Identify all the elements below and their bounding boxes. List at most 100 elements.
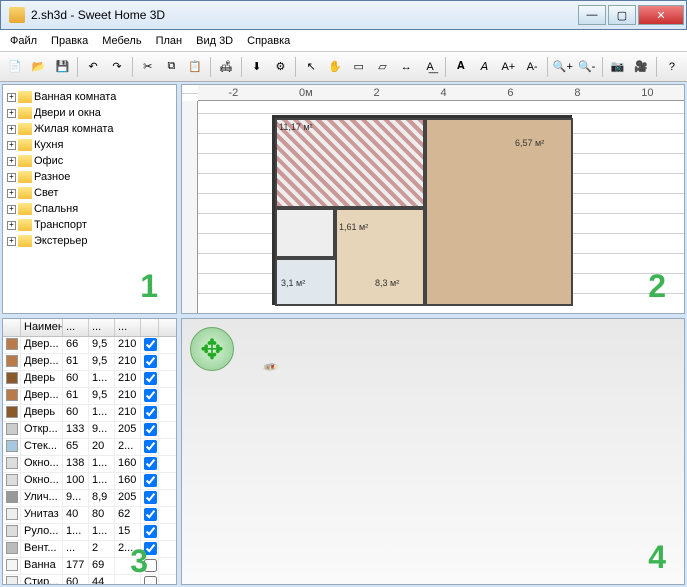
floorplan[interactable]: 11,17 м² 1,61 м² 3,1 м² 6,57 м² 8,3 м² bbox=[272, 115, 572, 305]
wall-icon[interactable]: ▭ bbox=[348, 56, 370, 78]
bold-icon[interactable]: 𝐀 bbox=[450, 56, 472, 78]
cut-icon[interactable]: ✂ bbox=[137, 56, 159, 78]
photo-icon[interactable]: 📷 bbox=[606, 56, 628, 78]
visible-checkbox[interactable] bbox=[144, 372, 157, 385]
furniture-depth: 1... bbox=[89, 456, 115, 472]
expand-icon[interactable]: + bbox=[7, 141, 16, 150]
catalog-item[interactable]: +Ванная комната bbox=[7, 89, 172, 105]
furniture-row[interactable]: Ванна17769 bbox=[3, 558, 176, 575]
expand-icon[interactable]: + bbox=[7, 173, 16, 182]
undo-icon[interactable]: ↶ bbox=[82, 56, 104, 78]
furniture-width: 177 bbox=[63, 558, 89, 574]
menu-edit[interactable]: Правка bbox=[45, 33, 94, 49]
help-icon[interactable]: ? bbox=[661, 56, 683, 78]
plan-panel[interactable]: -20м246810 11,17 м² 1,61 м² 3,1 м² 6,57 … bbox=[181, 84, 685, 314]
furniture-row[interactable]: Окно...1381...160 bbox=[3, 456, 176, 473]
open-icon[interactable]: 📂 bbox=[28, 56, 50, 78]
catalog-item[interactable]: +Двери и окна bbox=[7, 105, 172, 121]
dimension-icon[interactable]: ↔ bbox=[395, 56, 417, 78]
visible-checkbox[interactable] bbox=[144, 525, 157, 538]
menu-help[interactable]: Справка bbox=[241, 33, 296, 49]
save-icon[interactable]: 💾 bbox=[52, 56, 74, 78]
catalog-item[interactable]: +Кухня bbox=[7, 137, 172, 153]
furniture-row[interactable]: Дверь601...210 bbox=[3, 371, 176, 388]
folder-icon bbox=[18, 219, 32, 231]
new-icon[interactable]: 📄 bbox=[4, 56, 26, 78]
visible-checkbox[interactable] bbox=[144, 491, 157, 504]
paste-icon[interactable]: 📋 bbox=[184, 56, 206, 78]
visible-checkbox[interactable] bbox=[144, 355, 157, 368]
catalog-item[interactable]: +Транспорт bbox=[7, 217, 172, 233]
catalog-item[interactable]: +Спальня bbox=[7, 201, 172, 217]
furniture-row[interactable]: Стир...6044 bbox=[3, 575, 176, 584]
furniture-row[interactable]: Унитаз408062 bbox=[3, 507, 176, 524]
settings-icon[interactable]: ⚙ bbox=[270, 56, 292, 78]
catalog-item[interactable]: +Свет bbox=[7, 185, 172, 201]
expand-icon[interactable]: + bbox=[7, 93, 16, 102]
furniture-row[interactable]: Вент......22... bbox=[3, 541, 176, 558]
copy-icon[interactable]: ⧉ bbox=[161, 56, 183, 78]
close-button[interactable]: ✕ bbox=[638, 5, 684, 25]
app-icon bbox=[9, 7, 25, 23]
import-icon[interactable]: ⬇ bbox=[246, 56, 268, 78]
toolbar-separator bbox=[77, 57, 78, 77]
expand-icon[interactable]: + bbox=[7, 109, 16, 118]
expand-icon[interactable]: + bbox=[7, 125, 16, 134]
furniture-row[interactable]: Руло...1...1...15 bbox=[3, 524, 176, 541]
menu-furniture[interactable]: Мебель bbox=[96, 33, 147, 49]
furniture-row[interactable]: Двер...619,5210 bbox=[3, 388, 176, 405]
furniture-row[interactable]: Стек...65202... bbox=[3, 439, 176, 456]
room-living[interactable] bbox=[425, 118, 573, 306]
room-wc[interactable] bbox=[275, 208, 335, 258]
expand-icon[interactable]: + bbox=[7, 237, 16, 246]
visible-checkbox[interactable] bbox=[144, 423, 157, 436]
menu-3dview[interactable]: Вид 3D bbox=[190, 33, 239, 49]
visible-checkbox[interactable] bbox=[144, 389, 157, 402]
furniture-row[interactable]: Дверь601...210 bbox=[3, 405, 176, 422]
pan-icon[interactable]: ✋ bbox=[324, 56, 346, 78]
toolbar-separator bbox=[656, 57, 657, 77]
select-icon[interactable]: ↖ bbox=[300, 56, 322, 78]
nav-compass[interactable] bbox=[190, 327, 234, 371]
visible-checkbox[interactable] bbox=[144, 406, 157, 419]
furniture-row[interactable]: Откр...1339...205 bbox=[3, 422, 176, 439]
visible-checkbox[interactable] bbox=[144, 508, 157, 521]
visible-checkbox[interactable] bbox=[144, 474, 157, 487]
furniture-row[interactable]: Двер...619,5210 bbox=[3, 354, 176, 371]
ruler-mark: 0м bbox=[299, 87, 313, 99]
zoom-in-icon[interactable]: 🔍+ bbox=[552, 56, 574, 78]
furniture-name: Дверь bbox=[21, 405, 63, 421]
visible-checkbox[interactable] bbox=[144, 338, 157, 351]
menu-file[interactable]: Файл bbox=[4, 33, 43, 49]
italic-icon[interactable]: 𝘈 bbox=[474, 56, 496, 78]
visible-checkbox[interactable] bbox=[144, 440, 157, 453]
3d-scene[interactable] bbox=[262, 359, 664, 564]
furniture-row[interactable]: Двер...669,5210 bbox=[3, 337, 176, 354]
minimize-button[interactable]: — bbox=[578, 5, 606, 25]
furniture-depth: 9,5 bbox=[89, 337, 115, 353]
text-icon[interactable]: A͟ bbox=[419, 56, 441, 78]
furniture-row[interactable]: Улич...9...8,9205 bbox=[3, 490, 176, 507]
room-icon[interactable]: ▱ bbox=[372, 56, 394, 78]
font-decrease-icon[interactable]: A- bbox=[521, 56, 543, 78]
expand-icon[interactable]: + bbox=[7, 221, 16, 230]
menu-plan[interactable]: План bbox=[150, 33, 189, 49]
font-increase-icon[interactable]: A+ bbox=[497, 56, 519, 78]
expand-icon[interactable]: + bbox=[7, 189, 16, 198]
expand-icon[interactable]: + bbox=[7, 157, 16, 166]
add-furniture-icon[interactable]: 🛋 bbox=[215, 56, 237, 78]
catalog-item[interactable]: +Разное bbox=[7, 169, 172, 185]
catalog-item[interactable]: +Офис bbox=[7, 153, 172, 169]
furniture-row[interactable]: Окно...1001...160 bbox=[3, 473, 176, 490]
visible-checkbox[interactable] bbox=[144, 457, 157, 470]
redo-icon[interactable]: ↷ bbox=[106, 56, 128, 78]
catalog-item[interactable]: +Экстерьер bbox=[7, 233, 172, 249]
furniture-header[interactable]: Наимен... ... ... ... bbox=[3, 319, 176, 337]
zoom-out-icon[interactable]: 🔍- bbox=[576, 56, 598, 78]
furniture-height: 2... bbox=[115, 439, 141, 455]
expand-icon[interactable]: + bbox=[7, 205, 16, 214]
catalog-item[interactable]: +Жилая комната bbox=[7, 121, 172, 137]
maximize-button[interactable]: ▢ bbox=[608, 5, 636, 25]
3dview-panel[interactable]: 4 bbox=[181, 318, 685, 585]
video-icon[interactable]: 🎥 bbox=[630, 56, 652, 78]
